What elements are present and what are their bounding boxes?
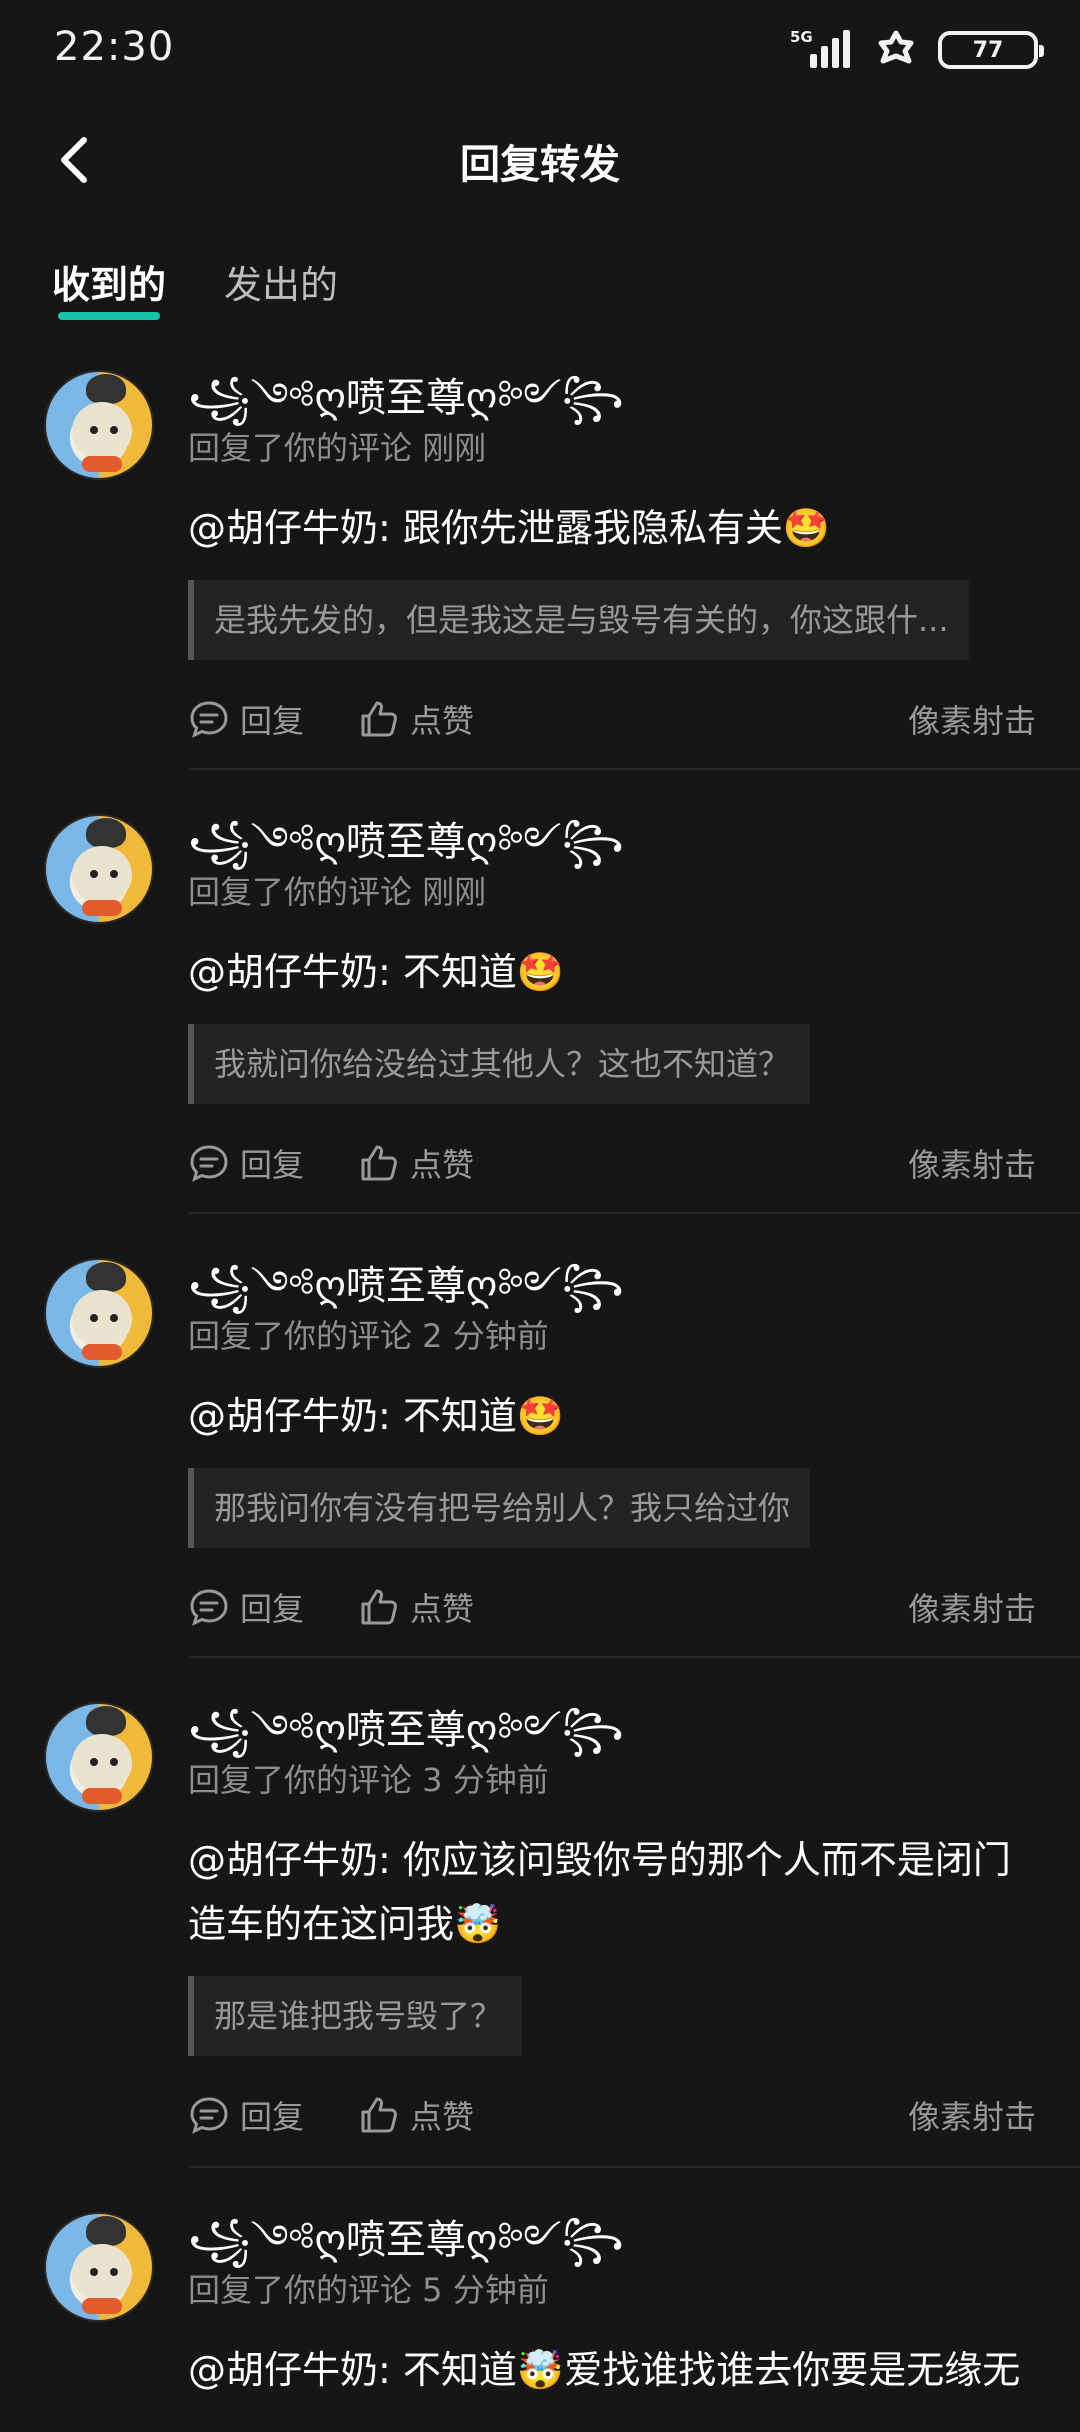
divider: [188, 1212, 1080, 1214]
reply-meta: 回复了你的评论 刚刚: [188, 429, 487, 467]
like-label: 点赞: [410, 1590, 475, 1628]
reply-label: 回复: [240, 702, 305, 740]
username[interactable]: ꧁༺ღ喷至尊ღ༻꧂: [188, 1702, 1036, 1758]
action-row: 回复 点赞 像素射击: [188, 1140, 1036, 1200]
like-button[interactable]: 点赞: [358, 1140, 474, 1186]
action-row: 回复 点赞 像素射击: [188, 696, 1036, 756]
status-bar: 22:30 5G 77: [0, 0, 1080, 100]
reply-label: 回复: [240, 1146, 305, 1184]
username[interactable]: ꧁༺ღ喷至尊ღ༻꧂: [188, 1258, 1036, 1314]
hotspot-icon: [878, 30, 914, 64]
tab-sent[interactable]: 发出的: [224, 254, 338, 309]
reply-text: @胡仔牛奶: 你应该问毁你号的那个人而不是闭门造车的在这问我🤯: [188, 1838, 1011, 1946]
video-source-link[interactable]: 像素射击: [908, 1140, 1036, 1186]
list-item[interactable]: ꧁༺ღ喷至尊ღ༻꧂ 回复了你的评论 3 分钟前 @胡仔牛奶: 你应该问毁你号的那…: [0, 1672, 1080, 2182]
signal-icon: 5G: [790, 28, 854, 72]
like-label: 点赞: [410, 702, 475, 740]
tab-bar: 收到的 发出的: [0, 240, 1080, 320]
reply-meta: 回复了你的评论 5 分钟前: [188, 2271, 549, 2309]
reply-button[interactable]: 回复: [188, 1140, 304, 1186]
quoted-comment[interactable]: 那是谁把我号毁了？: [188, 1976, 523, 2056]
video-source-link[interactable]: 像素射击: [908, 696, 1036, 742]
quoted-comment[interactable]: 那我问你有没有把号给别人？我只给过你: [188, 1468, 811, 1548]
reply-button[interactable]: 回复: [188, 1584, 304, 1630]
thumbs-up-icon: [361, 1589, 397, 1625]
comment-icon: [190, 1589, 228, 1626]
list-item[interactable]: ꧁༺ღ喷至尊ღ༻꧂ 回复了你的评论 刚刚 @胡仔牛奶: 不知道🤩 我就问你给没给…: [0, 784, 1080, 1228]
divider: [188, 1656, 1080, 1658]
comment-icon: [190, 2097, 228, 2134]
username[interactable]: ꧁༺ღ喷至尊ღ༻꧂: [188, 370, 1036, 426]
like-label: 点赞: [410, 1146, 475, 1184]
reply-text: @胡仔牛奶: 不知道🤩: [188, 1394, 565, 1438]
avatar[interactable]: [44, 370, 154, 480]
notification-list: ꧁༺ღ喷至尊ღ༻꧂ 回复了你的评论 刚刚 @胡仔牛奶: 跟你先泄露我隐私有关🤩 …: [0, 340, 1080, 2432]
reply-text: @胡仔牛奶: 不知道🤩: [188, 950, 565, 994]
thumbs-up-icon: [361, 1145, 397, 1181]
like-button[interactable]: 点赞: [358, 1584, 474, 1630]
tab-active-indicator: [58, 312, 160, 320]
like-button[interactable]: 点赞: [358, 2092, 474, 2138]
divider: [188, 2166, 1080, 2168]
like-label: 点赞: [410, 2098, 475, 2136]
status-icons: 5G 77: [790, 26, 1044, 74]
avatar[interactable]: [44, 1258, 154, 1368]
video-source-link[interactable]: 像素射击: [908, 1584, 1036, 1630]
comment-icon: [190, 1145, 228, 1182]
like-button[interactable]: 点赞: [358, 696, 474, 742]
divider: [188, 768, 1080, 770]
battery-level: 77: [972, 37, 1004, 63]
video-source-link[interactable]: 像素射击: [908, 2092, 1036, 2138]
quoted-comment[interactable]: 是我先发的，但是我这是与毁号有关的，你这跟什...: [188, 580, 969, 660]
action-row: 回复 点赞 像素射击: [188, 2092, 1036, 2152]
reply-label: 回复: [240, 2098, 305, 2136]
network-type: 5G: [790, 28, 813, 46]
action-row: 回复 点赞 像素射击: [188, 1584, 1036, 1644]
tab-received[interactable]: 收到的: [52, 254, 166, 309]
reply-meta: 回复了你的评论 3 分钟前: [188, 1761, 549, 1799]
list-item[interactable]: ꧁༺ღ喷至尊ღ༻꧂ 回复了你的评论 2 分钟前 @胡仔牛奶: 不知道🤩 那我问你…: [0, 1228, 1080, 1672]
thumbs-up-icon: [361, 2097, 397, 2133]
avatar[interactable]: [44, 1702, 154, 1812]
reply-meta: 回复了你的评论 刚刚: [188, 873, 487, 911]
reply-button[interactable]: 回复: [188, 2092, 304, 2138]
thumbs-up-icon: [361, 701, 397, 737]
battery-icon: 77: [938, 31, 1044, 69]
quoted-comment[interactable]: 我就问你给没给过其他人？这也不知道？: [188, 1024, 811, 1104]
avatar[interactable]: [44, 814, 154, 924]
header: 回复转发: [0, 110, 1080, 210]
status-time: 22:30: [54, 24, 175, 70]
comment-icon: [190, 701, 228, 738]
reply-button[interactable]: 回复: [188, 696, 304, 742]
username[interactable]: ꧁༺ღ喷至尊ღ༻꧂: [188, 2212, 1036, 2268]
username[interactable]: ꧁༺ღ喷至尊ღ༻꧂: [188, 814, 1036, 870]
reply-text: @胡仔牛奶: 不知道🤯爱找谁找谁去你要是无缘无: [188, 2348, 1021, 2392]
reply-label: 回复: [240, 1590, 305, 1628]
avatar[interactable]: [44, 2212, 154, 2322]
list-item[interactable]: ꧁༺ღ喷至尊ღ༻꧂ 回复了你的评论 刚刚 @胡仔牛奶: 跟你先泄露我隐私有关🤩 …: [0, 340, 1080, 784]
list-item[interactable]: ꧁༺ღ喷至尊ღ༻꧂ 回复了你的评论 5 分钟前 @胡仔牛奶: 不知道🤯爱找谁找谁…: [0, 2182, 1080, 2432]
reply-text: @胡仔牛奶: 跟你先泄露我隐私有关🤩: [188, 506, 831, 550]
reply-meta: 回复了你的评论 2 分钟前: [188, 1317, 549, 1355]
page-title: 回复转发: [460, 142, 620, 188]
